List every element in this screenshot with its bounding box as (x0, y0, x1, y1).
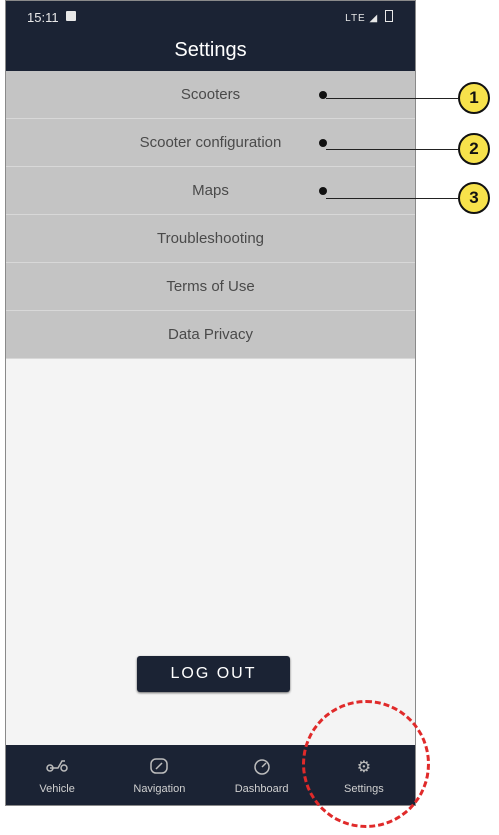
menu-item-scooters[interactable]: Scooters (6, 71, 415, 119)
menu-item-troubleshooting[interactable]: Troubleshooting (6, 215, 415, 263)
callout-number: 2 (458, 133, 490, 165)
network-label: LTE (345, 13, 366, 24)
callout-line (326, 98, 458, 99)
notification-icon (66, 11, 76, 21)
menu-item-maps[interactable]: Maps (6, 167, 415, 215)
page-title: Settings (174, 39, 247, 61)
callout-line (326, 149, 458, 150)
callout-number: 3 (458, 182, 490, 214)
status-time: 15:11 (27, 10, 59, 25)
settings-menu: Scooters Scooter configuration Maps Trou… (6, 71, 415, 359)
logout-button[interactable]: LOG OUT (137, 656, 290, 692)
callout-number: 1 (458, 82, 490, 114)
status-icons: LTE ◢ (345, 10, 393, 24)
tab-label: Dashboard (234, 783, 289, 795)
menu-item-label: Scooter configuration (139, 134, 282, 151)
callout-dot (319, 139, 327, 147)
signal-icon: ◢ (369, 13, 379, 24)
top-bar: 15:11 LTE ◢ Settings (6, 1, 415, 71)
menu-item-label: Data Privacy (167, 326, 254, 343)
tab-dashboard[interactable]: Dashboard (211, 745, 313, 805)
speedometer-icon (211, 757, 313, 779)
menu-item-data-privacy[interactable]: Data Privacy (6, 311, 415, 359)
menu-item-label: Maps (192, 182, 229, 199)
callout-dot (319, 187, 327, 195)
settings-highlight-circle (302, 700, 430, 828)
callout-line (326, 198, 458, 199)
tab-label: Vehicle (39, 783, 75, 795)
phone-screen: 15:11 LTE ◢ Settings Scooters Scooter co… (5, 0, 416, 806)
tab-label: Navigation (133, 783, 186, 795)
tab-navigation[interactable]: Navigation (108, 745, 210, 805)
navigation-icon (108, 757, 210, 779)
menu-item-scooter-configuration[interactable]: Scooter configuration (6, 119, 415, 167)
scooter-icon (6, 757, 108, 779)
tab-vehicle[interactable]: Vehicle (6, 745, 108, 805)
battery-icon (385, 10, 393, 22)
menu-item-terms-of-use[interactable]: Terms of Use (6, 263, 415, 311)
menu-item-label: Scooters (180, 86, 241, 103)
menu-item-label: Troubleshooting (156, 230, 264, 247)
menu-item-label: Terms of Use (166, 278, 255, 295)
